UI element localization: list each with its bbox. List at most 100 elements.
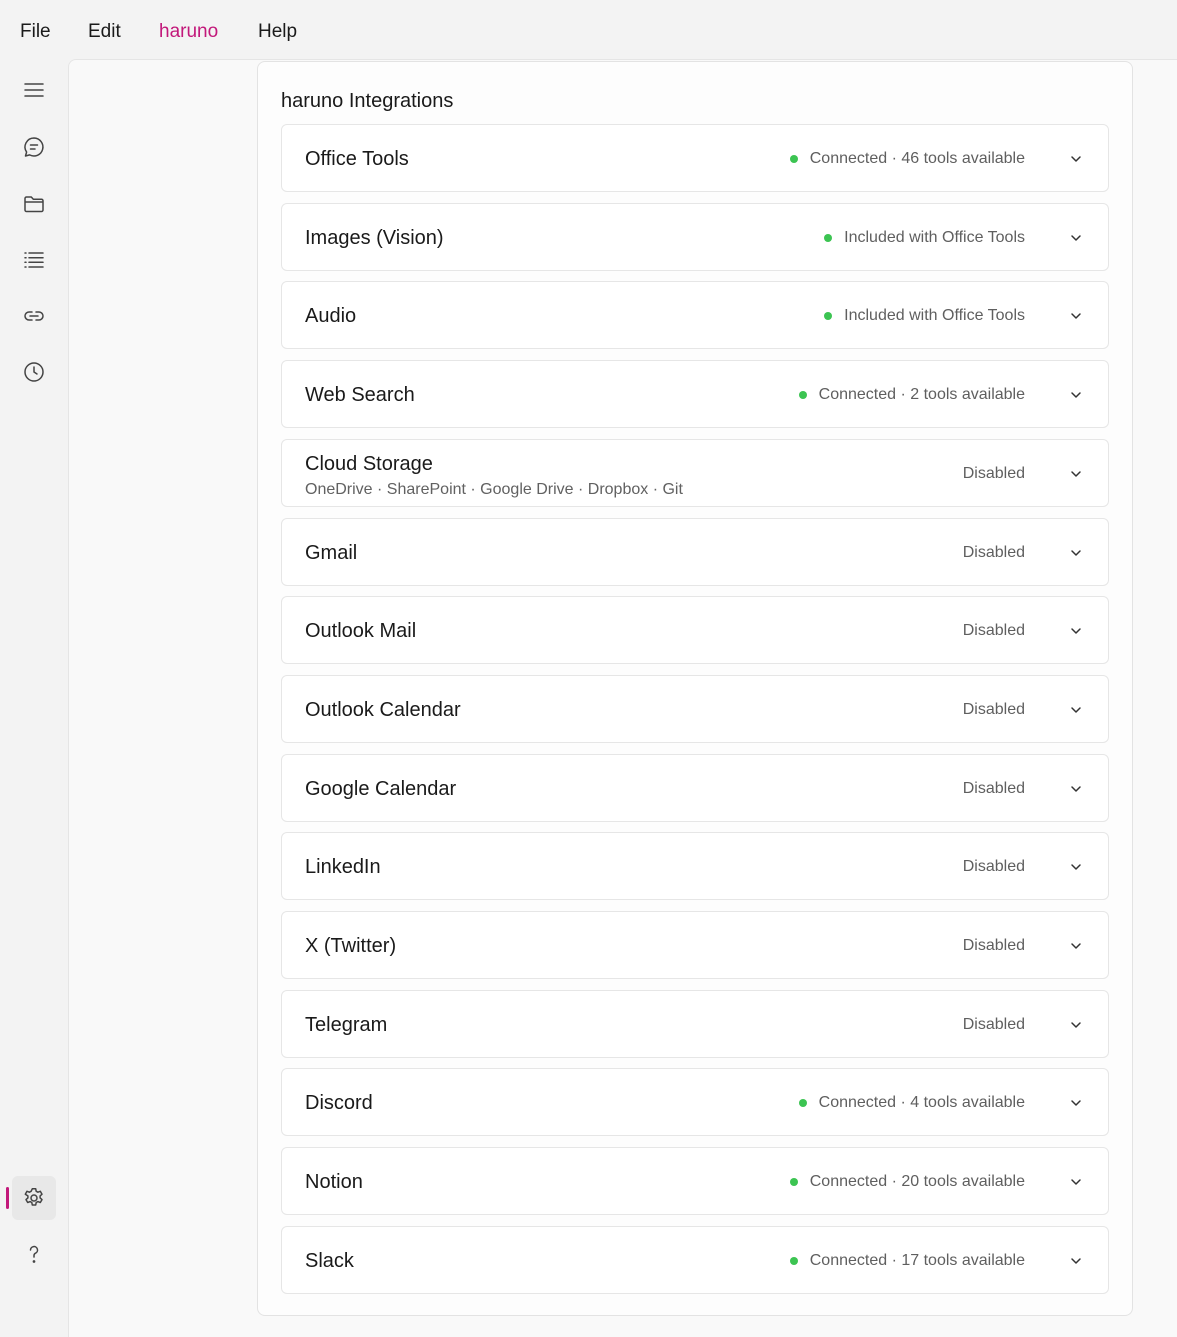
integration-status: Disabled <box>963 857 1025 877</box>
chat-icon[interactable] <box>12 125 56 169</box>
integration-status: Connected · 46 tools available <box>789 149 1025 169</box>
status-dot-icon <box>798 391 807 399</box>
integration-name: Gmail <box>305 542 358 564</box>
integration-status: Included with Office Tools <box>824 228 1025 248</box>
menu-help[interactable]: Help <box>258 20 297 44</box>
integration-card[interactable]: Gmail Disabled <box>281 518 1109 586</box>
history-icon[interactable] <box>12 350 56 394</box>
status-text: Connected · 2 tools available <box>818 386 1025 403</box>
integration-status: Disabled <box>963 779 1025 799</box>
status-dot-icon <box>824 234 833 242</box>
integration-name: Audio <box>305 305 357 327</box>
chevron-down-icon[interactable] <box>1064 934 1088 958</box>
integration-card[interactable]: LinkedIn Disabled <box>281 832 1109 900</box>
status-dot-icon <box>789 1178 798 1186</box>
chevron-down-icon[interactable] <box>1064 1091 1088 1115</box>
integration-status: Connected · 17 tools available <box>789 1251 1025 1271</box>
chevron-down-icon[interactable] <box>1064 147 1088 171</box>
status-text: Disabled <box>962 858 1025 875</box>
menu-edit[interactable]: Edit <box>88 20 121 44</box>
sidebar <box>0 60 68 1337</box>
integration-name: X (Twitter) <box>305 935 397 957</box>
panel-title: haruno Integrations <box>281 90 454 112</box>
active-indicator <box>6 1187 9 1209</box>
chevron-down-icon[interactable] <box>1064 226 1088 250</box>
integration-card[interactable]: Notion Connected · 20 tools available <box>281 1147 1109 1215</box>
menu-haruno[interactable]: haruno <box>159 20 218 44</box>
integration-name: Web Search <box>305 384 415 406</box>
integration-status: Connected · 4 tools available <box>798 1093 1025 1113</box>
integration-status: Connected · 2 tools available <box>798 385 1025 405</box>
status-text: Connected · 17 tools available <box>809 1252 1025 1269</box>
integrations-panel: haruno Integrations Office Tools Connecte… <box>257 61 1133 1316</box>
integration-card[interactable]: Outlook Calendar Disabled <box>281 675 1109 743</box>
status-text: Connected · 46 tools available <box>809 150 1025 167</box>
status-dot-icon <box>824 312 833 320</box>
integration-name: Slack <box>305 1250 354 1272</box>
status-text: Included with Office Tools <box>844 307 1025 324</box>
integration-status: Disabled <box>963 700 1025 720</box>
integration-status: Disabled <box>963 543 1025 563</box>
chevron-down-icon[interactable] <box>1064 1013 1088 1037</box>
integration-name: Google Calendar <box>305 778 457 800</box>
status-text: Disabled <box>962 780 1025 797</box>
menu-bar: File Edit haruno Help <box>0 0 1177 60</box>
status-dot-icon <box>798 1099 807 1107</box>
chevron-down-icon[interactable] <box>1064 462 1088 486</box>
integration-name: Notion <box>305 1171 363 1193</box>
integration-card[interactable]: Google Calendar Disabled <box>281 754 1109 822</box>
chevron-down-icon[interactable] <box>1064 619 1088 643</box>
integration-name: LinkedIn <box>305 856 381 878</box>
status-text: Disabled <box>962 701 1025 718</box>
integration-status: Included with Office Tools <box>824 306 1025 326</box>
chevron-down-icon[interactable] <box>1064 304 1088 328</box>
chevron-down-icon[interactable] <box>1064 698 1088 722</box>
integration-name: Outlook Calendar <box>305 699 461 721</box>
integration-card[interactable]: Images (Vision) Included with Office Tool… <box>281 203 1109 271</box>
integration-status: Disabled <box>963 621 1025 641</box>
integration-name: Images (Vision) <box>305 227 444 249</box>
status-text: Included with Office Tools <box>844 229 1025 246</box>
status-text: Disabled <box>962 1016 1025 1033</box>
chevron-down-icon[interactable] <box>1064 777 1088 801</box>
integration-card[interactable]: Web Search Connected · 2 tools available <box>281 360 1109 428</box>
integration-name: Office Tools <box>305 148 409 170</box>
integration-status: Disabled <box>963 936 1025 956</box>
integration-name: Outlook Mail <box>305 620 417 642</box>
integration-card[interactable]: Telegram Disabled <box>281 990 1109 1058</box>
integration-name: Telegram <box>305 1014 388 1036</box>
integration-subtitle: OneDrive · SharePoint · Google Drive · D… <box>305 481 683 498</box>
chevron-down-icon[interactable] <box>1064 855 1088 879</box>
integration-card[interactable]: Audio Included with Office Tools <box>281 281 1109 349</box>
integration-status: Disabled <box>963 1015 1025 1035</box>
menu-file[interactable]: File <box>20 20 51 44</box>
chevron-down-icon[interactable] <box>1064 1170 1088 1194</box>
integration-card[interactable]: Discord Connected · 4 tools available <box>281 1068 1109 1136</box>
status-dot-icon <box>789 1257 798 1265</box>
integration-name: Discord <box>305 1092 373 1114</box>
status-text: Disabled <box>962 465 1025 482</box>
settings-icon[interactable] <box>12 1176 56 1220</box>
integration-card[interactable]: Slack Connected · 17 tools available <box>281 1226 1109 1294</box>
integration-card[interactable]: Office Tools Connected · 46 tools availab… <box>281 124 1109 192</box>
help-icon[interactable] <box>12 1232 56 1276</box>
integration-card[interactable]: Outlook Mail Disabled <box>281 596 1109 664</box>
menu-icon[interactable] <box>12 68 56 112</box>
status-text: Connected · 20 tools available <box>809 1173 1025 1190</box>
chevron-down-icon[interactable] <box>1064 541 1088 565</box>
status-text: Connected · 4 tools available <box>818 1094 1025 1111</box>
status-dot-icon <box>789 155 798 163</box>
status-text: Disabled <box>962 937 1025 954</box>
integration-card[interactable]: X (Twitter) Disabled <box>281 911 1109 979</box>
link-icon[interactable] <box>12 294 56 338</box>
integration-name: Cloud Storage <box>305 453 433 475</box>
integration-status: Connected · 20 tools available <box>789 1172 1025 1192</box>
integration-card[interactable]: Cloud Storage OneDrive · SharePoint · Goo… <box>281 439 1109 507</box>
integration-status: Disabled <box>963 464 1025 484</box>
chevron-down-icon[interactable] <box>1064 383 1088 407</box>
status-text: Disabled <box>962 622 1025 639</box>
list-icon[interactable] <box>12 238 56 282</box>
folder-icon[interactable] <box>12 182 56 226</box>
status-text: Disabled <box>962 544 1025 561</box>
chevron-down-icon[interactable] <box>1064 1249 1088 1273</box>
